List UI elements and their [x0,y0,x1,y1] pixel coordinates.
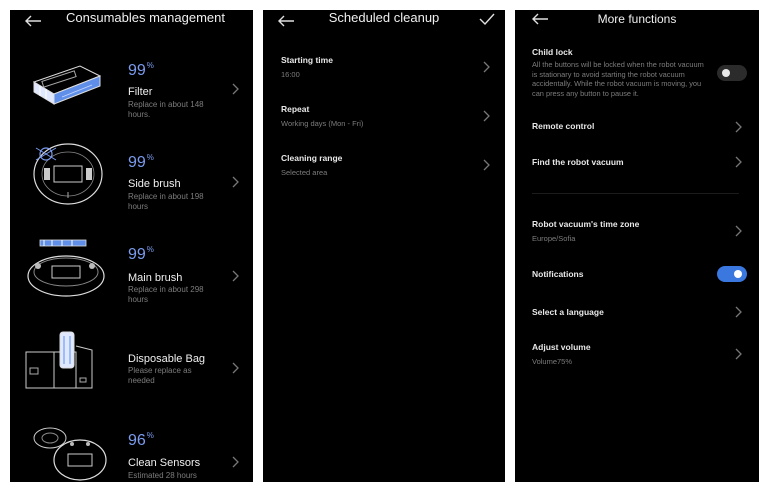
find-robot-row[interactable]: Find the robot vacuum [532,156,747,168]
chevron-right-icon [735,348,742,360]
adjust-volume-value: Volume75% [532,357,573,366]
chevron-right-icon [232,362,239,374]
cleaning-range-row[interactable]: Cleaning range Selected area [281,153,491,193]
scheduled-cleanup-panel: Scheduled cleanup Starting time 16:00 Re… [263,10,505,482]
chevron-right-icon [232,456,239,468]
child-lock-label: Child lock [532,47,573,57]
main-brush-image [27,239,105,297]
more-header: More functions [515,10,759,44]
page-title: More functions [597,12,677,26]
find-robot-label: Find the robot vacuum [532,157,624,167]
consumables-header: Consumables management [10,10,253,44]
clean-sensors-desc: Estimated 28 hours remaining [128,471,197,482]
chevron-right-icon [232,176,239,188]
filter-name: Filter [128,86,153,98]
notifications-row: Notifications [532,269,747,279]
cleaning-range-value: Selected area [281,168,328,177]
child-lock-desc: All the buttons will be locked when the … [532,60,704,98]
notifications-toggle[interactable] [717,266,747,282]
chevron-right-icon [483,110,490,122]
time-zone-value: Europe/Sofia [532,234,576,243]
clean-sensors-image [33,427,107,481]
notifications-label: Notifications [532,269,584,279]
disposable-bag-desc: Please replace as needed [128,366,192,385]
chevron-right-icon [232,270,239,282]
language-label: Select a language [532,307,604,317]
child-lock-row: Child lock All the buttons will be locke… [532,47,709,98]
consumable-item-side-brush[interactable]: 99% Side brush Replace in about 198 hour… [10,138,253,230]
chevron-right-icon [735,306,742,318]
adjust-volume-label: Adjust volume [532,342,591,352]
child-lock-toggle[interactable] [717,65,747,81]
filter-percent: 99% [128,61,154,79]
side-brush-image [33,143,103,205]
remote-control-row[interactable]: Remote control [532,121,747,133]
chevron-right-icon [483,61,490,73]
page-title: Consumables management [66,10,225,25]
toggle-knob [734,270,742,278]
disposable-bag-image [25,331,93,389]
chevron-right-icon [483,159,490,171]
page-title: Scheduled cleanup [328,10,440,25]
repeat-label: Repeat [281,104,310,114]
chevron-right-icon [735,121,742,133]
consumables-panel: Consumables management 99% Filter Replac… [10,10,253,482]
side-brush-name: Side brush [128,178,181,190]
remote-control-label: Remote control [532,121,595,131]
filter-desc: Replace in about 148 hours. [128,100,204,119]
time-zone-label: Robot vacuum's time zone [532,219,640,229]
adjust-volume-row[interactable]: Adjust volume Volume75% [532,342,747,366]
toggle-knob [722,69,730,77]
consumable-item-disposable-bag[interactable]: Disposable Bag Please replace as needed [10,320,253,412]
chevron-right-icon [232,83,239,95]
main-brush-desc: Replace in about 298 hours [128,285,204,304]
consumable-item-main-brush[interactable]: 99% Main brush Replace in about 298 hour… [10,232,253,324]
section-divider [532,193,739,194]
starting-time-row[interactable]: Starting time 16:00 [281,55,491,95]
main-brush-name: Main brush [128,272,183,284]
repeat-value: Working days (Mon - Fri) [281,119,364,128]
filter-image [32,65,102,105]
starting-time-value: 16:00 [281,70,300,79]
main-brush-percent: 99% [128,245,154,263]
scheduled-header: Scheduled cleanup [263,10,505,44]
time-zone-row[interactable]: Robot vacuum's time zone Europe/Sofia [532,219,747,243]
starting-time-label: Starting time [281,55,333,65]
cleaning-range-label: Cleaning range [281,153,343,163]
clean-sensors-percent: 96% [128,431,154,449]
clean-sensors-name: Clean Sensors [128,457,201,469]
language-row[interactable]: Select a language [532,306,747,318]
chevron-right-icon [735,225,742,237]
side-brush-desc: Replace in about 198 hours [128,192,204,211]
consumable-item-filter[interactable]: 99% Filter Replace in about 148 hours. [10,46,253,138]
more-functions-panel: More functions Child lock All the button… [515,10,759,482]
disposable-bag-percent [128,336,129,354]
checkmark-icon[interactable] [479,13,495,25]
chevron-right-icon [735,156,742,168]
disposable-bag-name: Disposable Bag [128,353,206,365]
repeat-row[interactable]: Repeat Working days (Mon - Fri) [281,104,491,144]
side-brush-percent: 99% [128,153,154,171]
consumable-item-clean-sensors[interactable]: 96% Clean Sensors Estimated 28 hours rem… [10,414,253,482]
